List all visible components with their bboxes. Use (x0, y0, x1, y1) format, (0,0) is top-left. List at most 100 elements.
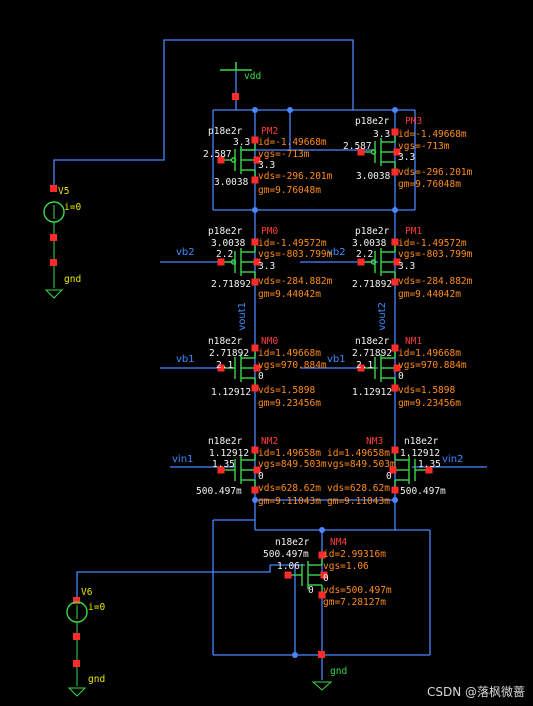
nm1-id: id=1.49668m (398, 348, 461, 359)
nm3-node-b: 0 (386, 471, 392, 482)
v6-gnd-label: gnd (88, 674, 106, 685)
nm2-node-g: 1.35 (212, 459, 235, 470)
watermark: CSDN @落枫微蔷 (426, 685, 525, 699)
v5-gnd-label: gnd (64, 274, 82, 285)
nm4-node-d: 500.497m (263, 549, 309, 560)
nm4-vgs: vgs=1.06 (323, 561, 369, 572)
pm1-node-d: 2.71892 (352, 279, 393, 290)
nm4-gm: gm=7.28127m (323, 597, 386, 608)
nm3-pin (391, 486, 399, 494)
nm4-node-b: 0 (323, 573, 329, 584)
pm0-node-d: 2.71892 (211, 279, 252, 290)
vdd-label: vdd (244, 71, 262, 82)
pm0-node-g: 2.2 (216, 249, 234, 260)
pm2-node-d: 3.0038 (214, 177, 249, 188)
pm0-node-b: 3.3 (258, 261, 276, 272)
nm3-node-d: 1.12912 (400, 448, 441, 459)
nm4-model: n18e2r (275, 537, 310, 548)
pm3-model: p18e2r (355, 116, 390, 127)
pm3-node-s: 3.3 (373, 129, 391, 140)
pm1-model: p18e2r (355, 226, 390, 237)
pm1-id: id=-1.49572m (398, 238, 467, 249)
nm0-name: NM0 (261, 336, 279, 347)
pm3-node-d: 3.0038 (356, 171, 391, 182)
net-vb2-left: vb2 (176, 247, 195, 258)
net-vin1: vin1 (172, 454, 194, 465)
nm4-node-g: 1.06 (277, 561, 300, 572)
nm2-name: NM2 (261, 436, 279, 447)
pm0-name: PM0 (261, 226, 279, 237)
nm4-vds: vds=500.497m (323, 585, 392, 596)
nm0-node-g: 2.1 (216, 360, 234, 371)
nm2-node-d: 1.12912 (209, 448, 250, 459)
nm3-vgs: vgs=849.503m (327, 459, 396, 470)
v5-name: V5 (58, 186, 70, 197)
net-vb1-left: vb1 (176, 354, 195, 365)
nm2-vds: vds=628.62m (258, 483, 321, 494)
pm0-vds: vds=-284.882m (258, 276, 333, 287)
pm3-id: id=-1.49668m (398, 129, 467, 140)
pm3-node-g: 2.587 (343, 141, 372, 152)
nm1-node-b: 0 (398, 371, 404, 382)
nm3-id: id=1.49658m (327, 448, 390, 459)
pm1-name: PM1 (405, 226, 423, 237)
pm0-vgs: vgs=-803.799m (258, 249, 333, 260)
pm1-vgs: vgs=-803.799m (398, 249, 473, 260)
nm4-pin (284, 571, 292, 579)
net-vin2: vin2 (442, 454, 464, 465)
pm2-vds: vds=-296.201m (258, 171, 333, 182)
pm2-node-b: 3.3 (258, 160, 276, 171)
pm2-name: PM2 (261, 126, 279, 137)
nm0-model: n18e2r (208, 336, 243, 347)
nm0-node-d: 2.71892 (209, 348, 250, 359)
nm4-node-s: 0 (308, 585, 314, 596)
nm2-id: id=1.49658m (258, 448, 321, 459)
nm2-gm: gm=9.11043m (258, 496, 321, 507)
pm3-name: PM3 (405, 116, 423, 127)
nm2-vgs: vgs=849.503m (258, 459, 327, 470)
pm0-node-s: 3.0038 (211, 238, 246, 249)
pm1-gm: gm=9.44042m (398, 289, 461, 300)
nm1-node-g: 2.1 (356, 360, 374, 371)
pm2-id: id=-1.49668m (258, 137, 327, 148)
nm0-vgs: vgs=970.884m (258, 360, 327, 371)
nm0-id: id=1.49668m (258, 348, 321, 359)
pm3-gm: gm=9.76048m (398, 179, 461, 190)
pm0-id: id=-1.49572m (258, 238, 327, 249)
v6-name: V6 (81, 587, 93, 598)
nm1-node-d: 2.71892 (352, 348, 393, 359)
net-vout2: vout2 (377, 302, 388, 331)
v6-value: i=0 (88, 602, 106, 613)
nm1-gm: gm=9.23456m (398, 398, 461, 409)
nm4-name: NM4 (330, 537, 348, 548)
nm3-name: NM3 (366, 436, 384, 447)
nm3-vds: vds=628.62m (327, 483, 390, 494)
nm2-node-b: 0 (258, 471, 264, 482)
pm0-gm: gm=9.44042m (258, 289, 321, 300)
nm3-node-g: 1.35 (418, 459, 441, 470)
nm0-vds: vds=1.5898 (258, 385, 316, 396)
pm2-node-g: 2.587 (203, 149, 232, 160)
nm3-model: n18e2r (404, 436, 439, 447)
pm2-vgs: vgs=-713m (258, 149, 310, 160)
nm1-model: n18e2r (355, 336, 390, 347)
pm1-node-s: 3.0038 (352, 238, 387, 249)
nm0-node-s: 1.12912 (211, 387, 252, 398)
tail-gnd-label: gnd (330, 666, 348, 677)
v5-value: i=0 (64, 202, 82, 213)
nm1-vds: vds=1.5898 (398, 385, 456, 396)
nm0-gm: gm=9.23456m (258, 398, 321, 409)
pm2-model: p18e2r (208, 126, 243, 137)
pm3-vgs: vgs=-713m (398, 141, 450, 152)
nm3-gm: gm=9.11043m (327, 496, 390, 507)
nm1-name: NM1 (405, 336, 423, 347)
nm2-node-s: 500.497m (196, 486, 242, 497)
pm3-vds: vds=-296.201m (398, 167, 473, 178)
pm3-node-b: 3.3 (398, 152, 416, 163)
pm1-vds: vds=-284.882m (398, 276, 473, 287)
net-vout1: vout1 (237, 302, 248, 331)
pm2-gm: gm=9.76048m (258, 185, 321, 196)
pm0-model: p18e2r (208, 226, 243, 237)
nm0-node-b: 0 (258, 371, 264, 382)
nm3-pin (391, 446, 399, 454)
